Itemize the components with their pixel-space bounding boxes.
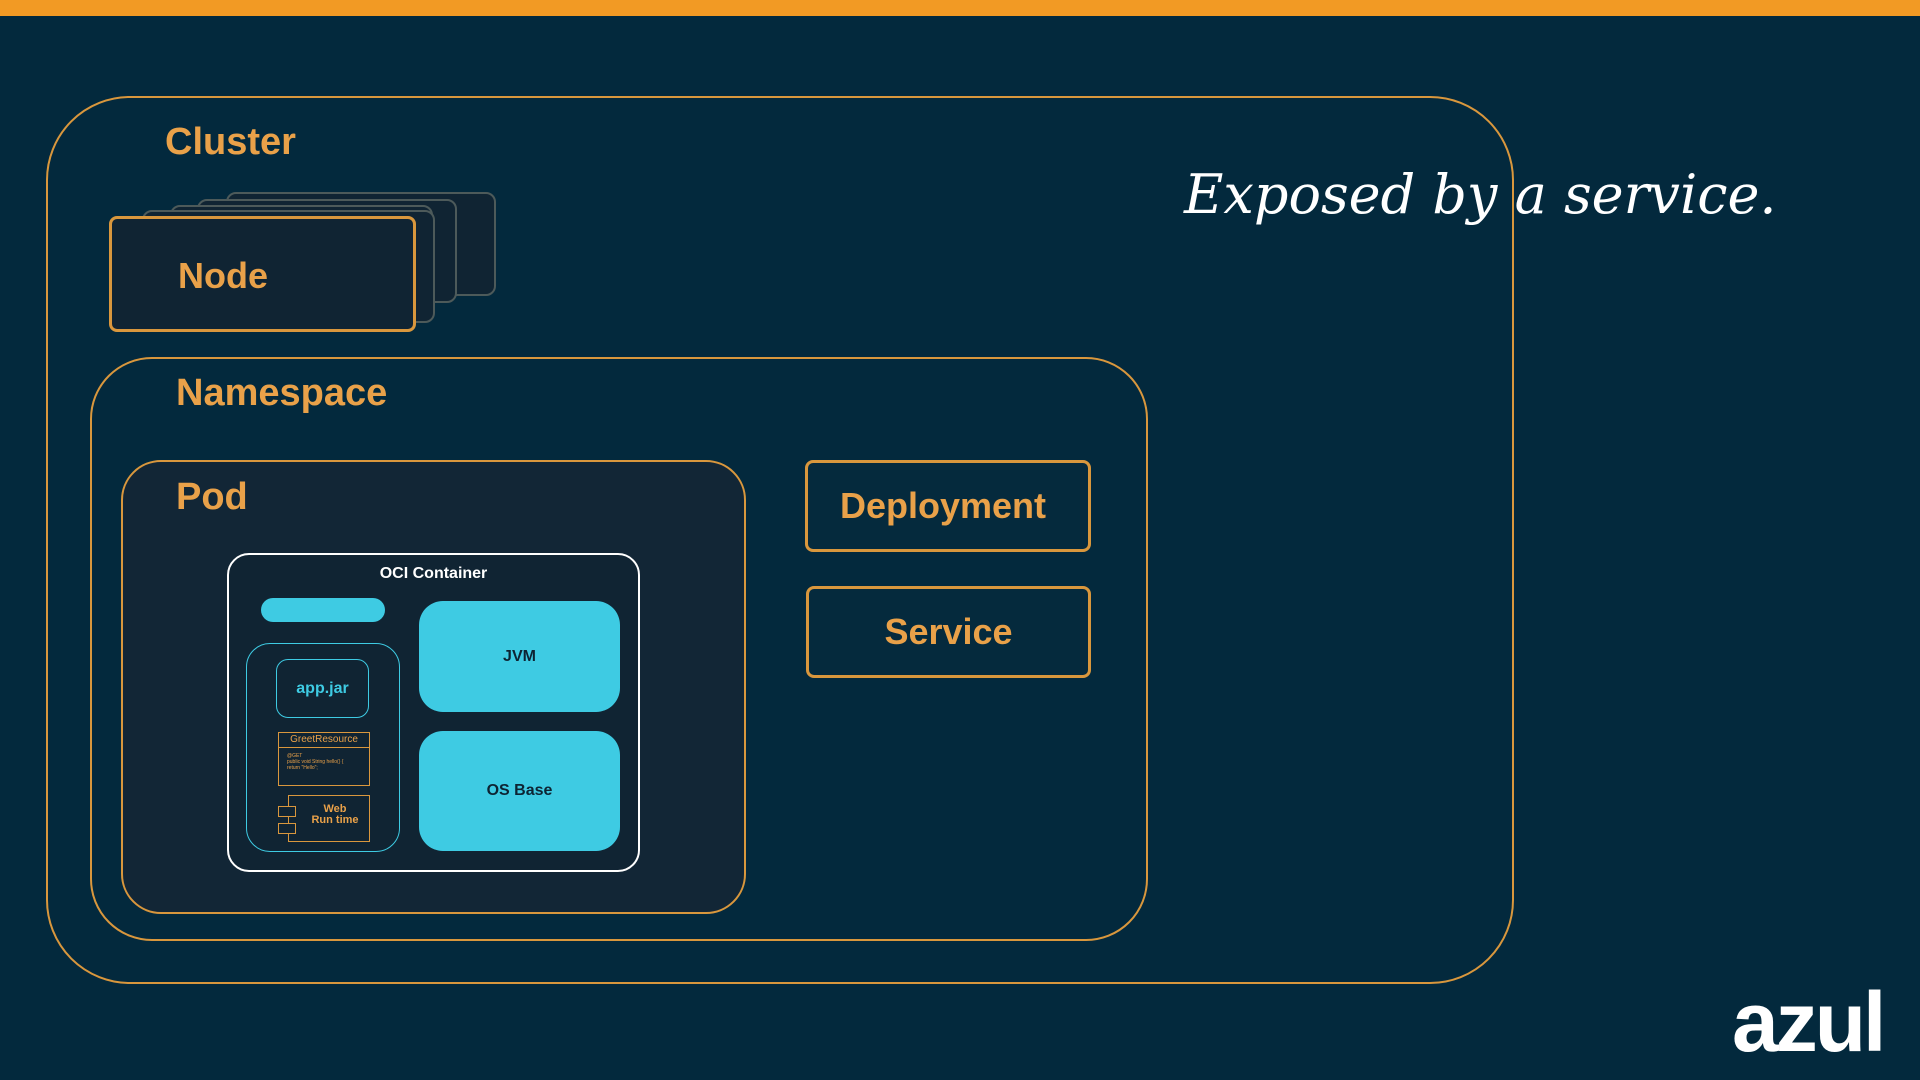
os-base-box: OS Base: [419, 731, 620, 851]
greet-resource-code-3: return "Hello";: [287, 765, 318, 771]
azul-logo: azul: [1732, 975, 1886, 1069]
web-runtime-box: Web Run time: [278, 795, 370, 842]
top-accent-bar: [0, 0, 1920, 16]
os-base-label: OS Base: [486, 782, 553, 799]
deployment-box: Deployment: [805, 460, 1091, 552]
jvm-label: JVM: [503, 647, 536, 665]
web-runtime-label-line-2: Run time: [311, 814, 359, 826]
web-runtime-port-top: [278, 806, 296, 817]
deployment-label: Deployment: [840, 485, 1047, 526]
oci-container-label: OCI Container: [379, 565, 488, 582]
app-jar-box: app.jar: [276, 659, 369, 718]
service-label: Service: [884, 611, 1013, 652]
app-jar-label: app.jar: [296, 679, 349, 697]
slide-caption: Exposed by a service.: [1184, 163, 1777, 226]
jvm-box: JVM: [419, 601, 620, 712]
web-runtime-label: Web Run time: [303, 804, 367, 826]
oci-container-pill: [261, 598, 385, 622]
namespace-label: Namespace: [176, 372, 388, 414]
cluster-label: Cluster: [165, 121, 296, 163]
node-box: Node: [109, 216, 416, 332]
web-runtime-port-bottom: [278, 823, 296, 834]
greet-resource-title: GreetResource: [279, 733, 369, 748]
node-label: Node: [178, 255, 268, 296]
pod-label: Pod: [176, 476, 248, 518]
service-box: Service: [806, 586, 1091, 678]
greet-resource-box: GreetResource @GET public void String he…: [278, 732, 370, 786]
